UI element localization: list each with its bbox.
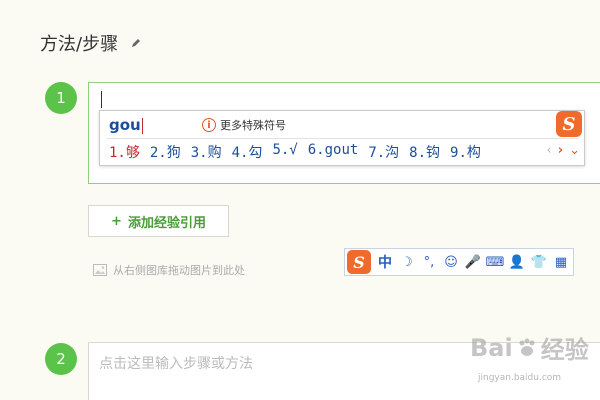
- keyboard-icon[interactable]: ⌨: [485, 252, 505, 272]
- chevron-down-icon[interactable]: ⌄: [569, 143, 580, 158]
- step-2-placeholder: 点击这里输入步骤或方法: [99, 356, 253, 372]
- ime-divider: [106, 138, 578, 139]
- info-icon: i: [202, 118, 216, 132]
- ime-candidate-window: gou i 更多特殊符号 S 1.够 2.狗 3.购 4.勾 5.√ 6.gou…: [99, 110, 585, 166]
- lang-toggle-button[interactable]: 中: [375, 252, 395, 272]
- emoji-icon[interactable]: ☺: [441, 252, 461, 272]
- plus-icon: +: [111, 213, 122, 229]
- pencil-icon[interactable]: [130, 37, 142, 49]
- ime-candidate[interactable]: 3.购: [191, 142, 222, 162]
- step-number-1: 1: [45, 82, 77, 114]
- ime-candidate[interactable]: 6.gout: [308, 142, 359, 162]
- ime-candidate[interactable]: 2.狗: [150, 142, 181, 162]
- ime-candidate-list: 1.够 2.狗 3.购 4.勾 5.√ 6.gout 7.沟 8.钩 9.构: [109, 142, 491, 162]
- ime-candidate[interactable]: 5.√: [272, 142, 297, 162]
- ime-candidate[interactable]: 4.勾: [232, 142, 263, 162]
- skin-icon[interactable]: 👕: [529, 252, 549, 272]
- text-caret: [101, 91, 102, 108]
- ime-caret: [141, 117, 143, 134]
- moon-icon[interactable]: ☽: [397, 252, 417, 272]
- ime-pinyin-text: gou: [109, 116, 141, 134]
- watermark-text-left: Bai: [470, 333, 513, 362]
- ime-page-nav: ‹ › ⌄: [547, 143, 580, 158]
- step-number-2: 2: [45, 343, 77, 375]
- watermark-text-right: 经验: [540, 336, 589, 364]
- section-title: 方法/步骤: [40, 30, 142, 56]
- grid-menu-icon[interactable]: ▦: [551, 252, 571, 272]
- section-title-text: 方法/步骤: [40, 34, 119, 55]
- watermark-url: jingyan.baidu.com: [478, 373, 562, 383]
- image-drop-hint-text: 从右侧图库拖动图片到此处: [113, 264, 245, 277]
- ime-special-symbols[interactable]: i 更多特殊符号: [202, 117, 286, 133]
- ime-candidate[interactable]: 9.构: [450, 142, 481, 162]
- sogou-logo-icon[interactable]: S: [556, 111, 582, 137]
- ime-candidate[interactable]: 8.钩: [409, 142, 440, 162]
- baidu-watermark: Bai 经验: [470, 330, 589, 365]
- ime-candidate[interactable]: 7.沟: [368, 142, 399, 162]
- paw-icon: [519, 338, 535, 356]
- image-drop-hint: 从右侧图库拖动图片到此处: [93, 262, 245, 278]
- sogou-logo-icon[interactable]: S: [347, 250, 371, 274]
- ime-status-toolbar: S 中 ☽ °, ☺ 🎤 ⌨ 👤 👕 ▦: [344, 248, 574, 276]
- add-reference-label: 添加经验引用: [127, 215, 206, 231]
- ime-special-symbols-label: 更多特殊符号: [220, 119, 286, 132]
- punctuation-icon[interactable]: °,: [419, 252, 439, 272]
- add-reference-button[interactable]: + 添加经验引用: [88, 205, 229, 237]
- chevron-right-icon[interactable]: ›: [558, 143, 563, 158]
- microphone-icon[interactable]: 🎤: [463, 252, 483, 272]
- user-icon[interactable]: 👤: [507, 252, 527, 272]
- ime-candidate[interactable]: 1.够: [109, 142, 140, 162]
- image-icon: [93, 264, 107, 276]
- ime-pinyin-input: gou: [109, 116, 143, 134]
- chevron-left-icon[interactable]: ‹: [547, 143, 552, 158]
